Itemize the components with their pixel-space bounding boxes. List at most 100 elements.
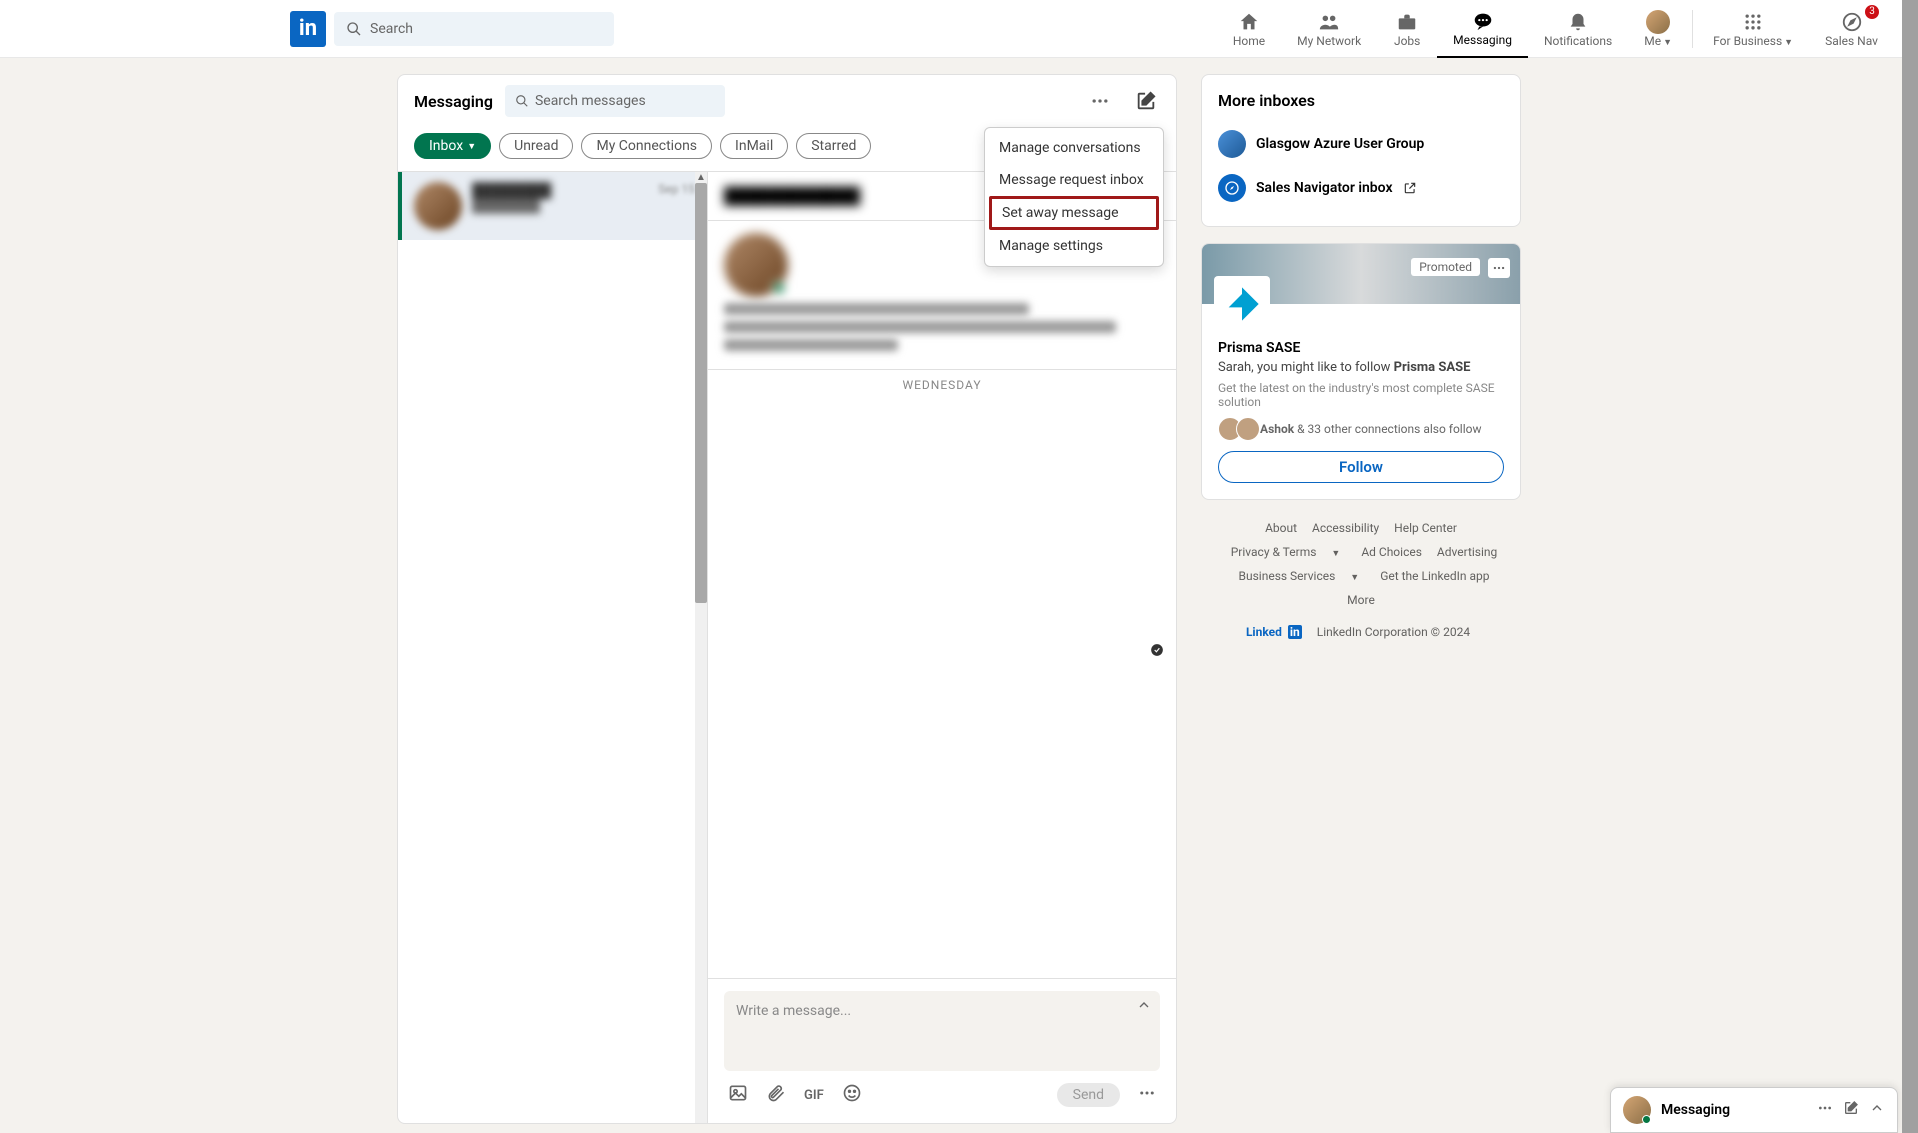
messaging-title: Messaging <box>414 92 493 111</box>
attach-image-button[interactable] <box>728 1083 748 1107</box>
promo-more-button[interactable] <box>1488 258 1510 278</box>
filter-connections[interactable]: My Connections <box>581 133 712 159</box>
grid-icon <box>1743 10 1763 34</box>
compass-icon <box>1218 174 1246 202</box>
gif-button[interactable]: GIF <box>804 1088 824 1103</box>
messages-search[interactable]: Search messages <box>505 85 725 117</box>
caret-down-icon: ▼ <box>1784 38 1793 48</box>
compass-icon <box>1841 10 1863 34</box>
nav-notifications[interactable]: Notifications <box>1528 0 1628 58</box>
dots-icon <box>1492 261 1506 275</box>
promo-banner: Promoted <box>1202 244 1520 304</box>
send-button[interactable]: Send <box>1057 1083 1120 1107</box>
more-options-button[interactable] <box>1086 87 1114 115</box>
nav-jobs[interactable]: Jobs <box>1377 0 1437 58</box>
footer-help[interactable]: Help Center <box>1394 521 1457 535</box>
right-rail: More inboxes Glasgow Azure User Group Sa… <box>1201 74 1521 1124</box>
nav-network[interactable]: My Network <box>1281 0 1377 58</box>
thread-messages <box>708 400 1176 978</box>
footer-get-app[interactable]: Get the LinkedIn app <box>1380 569 1489 583</box>
footer-about[interactable]: About <box>1265 521 1297 535</box>
list-scrollbar[interactable]: ▲ <box>695 172 707 1123</box>
compose-icon <box>1843 1100 1859 1116</box>
footer-copyright: Linkedin LinkedIn Corporation © 2024 <box>1209 620 1513 644</box>
attach-file-button[interactable] <box>766 1083 786 1107</box>
expand-compose-button[interactable] <box>1136 997 1152 1017</box>
footer-privacy[interactable]: Privacy & Terms ▼ <box>1225 545 1347 559</box>
filter-inbox[interactable]: Inbox▼ <box>414 133 491 159</box>
footer-adchoices[interactable]: Ad Choices <box>1361 545 1422 559</box>
presence-indicator <box>772 281 786 295</box>
messaging-icon <box>1472 9 1494 33</box>
messaging-mini-panel[interactable]: Messaging <box>1610 1087 1898 1133</box>
page-scrollbar[interactable] <box>1902 0 1918 1133</box>
briefcase-icon <box>1396 10 1418 34</box>
global-search[interactable]: Search <box>334 12 614 46</box>
compose-icon <box>1135 90 1157 112</box>
promo-text: Sarah, you might like to follow Prisma S… <box>1218 360 1504 375</box>
nav-divider <box>1692 10 1693 48</box>
follower-avatars <box>1218 417 1254 441</box>
dots-icon <box>1090 91 1110 111</box>
nav-salesnav[interactable]: 3 Sales Nav <box>1809 0 1894 58</box>
message-thread: ████████████ WEDNESDAY Write a message..… <box>708 172 1176 1123</box>
emoji-icon <box>842 1083 862 1103</box>
scroll-thumb[interactable] <box>695 183 707 603</box>
follow-button[interactable]: Follow <box>1218 451 1504 483</box>
nav-business[interactable]: For Business▼ <box>1697 0 1809 58</box>
scroll-thumb[interactable] <box>1902 0 1918 1133</box>
avatar-icon <box>1646 10 1670 34</box>
options-dropdown: Manage conversations Message request inb… <box>984 127 1164 267</box>
compose-more-button[interactable] <box>1138 1084 1156 1106</box>
dropdown-manage-settings[interactable]: Manage settings <box>985 230 1163 262</box>
dropdown-manage-conversations[interactable]: Manage conversations <box>985 132 1163 164</box>
salesnav-badge: 3 <box>1864 4 1880 20</box>
nav-messaging[interactable]: Messaging <box>1437 0 1528 58</box>
paperclip-icon <box>766 1083 786 1103</box>
search-icon <box>515 94 529 108</box>
inbox-salesnav[interactable]: Sales Navigator inbox <box>1218 166 1504 210</box>
more-inboxes-card: More inboxes Glasgow Azure User Group Sa… <box>1201 74 1521 227</box>
message-input[interactable]: Write a message... <box>724 991 1160 1071</box>
scroll-up-icon[interactable]: ▲ <box>695 172 707 183</box>
search-icon <box>346 21 362 37</box>
messaging-header: Messaging Search messages Manage convers… <box>398 75 1176 127</box>
filter-unread[interactable]: Unread <box>499 133 573 159</box>
bell-icon <box>1567 10 1589 34</box>
chevron-up-icon <box>1136 997 1152 1013</box>
date-separator: WEDNESDAY <box>708 370 1176 400</box>
caret-down-icon: ▼ <box>1350 573 1359 583</box>
top-navigation: in Search Home My Network Jobs Messaging… <box>0 0 1918 58</box>
linkedin-logo[interactable]: in <box>290 11 326 47</box>
mini-compose-button[interactable] <box>1843 1100 1859 1120</box>
search-placeholder: Search <box>370 21 413 37</box>
footer-links: About Accessibility Help Center Privacy … <box>1201 516 1521 644</box>
promo-company-name[interactable]: Prisma SASE <box>1218 340 1504 356</box>
avatar <box>1623 1096 1651 1124</box>
people-icon <box>1318 10 1340 34</box>
nav-me[interactable]: Me▼ <box>1628 0 1688 58</box>
avatar <box>414 182 462 230</box>
filter-inmail[interactable]: InMail <box>720 133 788 159</box>
footer-accessibility[interactable]: Accessibility <box>1312 521 1379 535</box>
filter-starred[interactable]: Starred <box>796 133 871 159</box>
dropdown-request-inbox[interactable]: Message request inbox <box>985 164 1163 196</box>
nav-items: Home My Network Jobs Messaging Notificat… <box>1217 0 1894 58</box>
messaging-panel: Messaging Search messages Manage convers… <box>397 74 1177 1124</box>
mini-expand-button[interactable] <box>1869 1100 1885 1120</box>
dropdown-set-away-message[interactable]: Set away message <box>989 196 1159 230</box>
conversation-item[interactable]: ████████ ████████ Sep 15 <box>398 172 707 240</box>
emoji-button[interactable] <box>842 1083 862 1107</box>
compose-toolbar: GIF Send <box>724 1071 1160 1111</box>
promo-description: Get the latest on the industry's most co… <box>1218 381 1504 409</box>
image-icon <box>728 1083 748 1103</box>
footer-more[interactable]: More <box>1347 593 1375 607</box>
dots-icon <box>1138 1084 1156 1102</box>
external-link-icon <box>1403 181 1417 195</box>
nav-home[interactable]: Home <box>1217 0 1281 58</box>
inbox-glasgow[interactable]: Glasgow Azure User Group <box>1218 122 1504 166</box>
compose-new-button[interactable] <box>1132 87 1160 115</box>
footer-advertising[interactable]: Advertising <box>1437 545 1497 559</box>
footer-business-services[interactable]: Business Services ▼ <box>1233 569 1366 583</box>
mini-more-button[interactable] <box>1817 1100 1833 1120</box>
